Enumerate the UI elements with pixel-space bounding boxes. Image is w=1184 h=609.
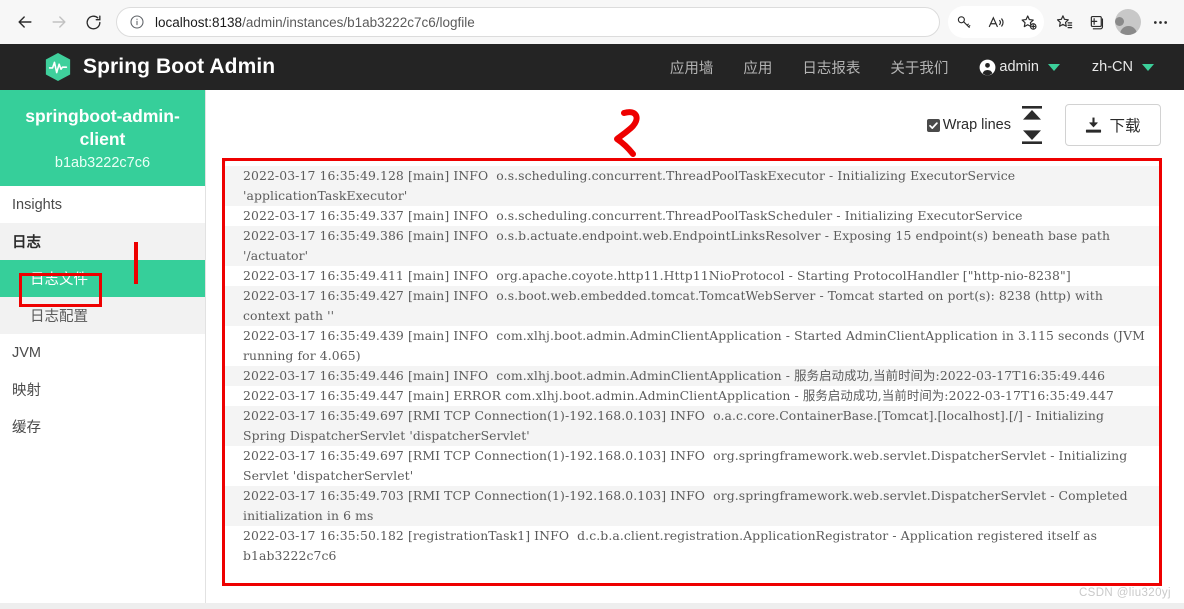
browser-toolbar: localhost:8138/admin/instances/b1ab3222c…	[0, 0, 1184, 44]
wrap-lines-label: Wrap lines	[942, 117, 1011, 133]
checkbox-checked-icon[interactable]	[926, 118, 940, 132]
sidebar-item-jvm[interactable]: JVM	[0, 334, 205, 371]
brand[interactable]: Spring Boot Admin	[0, 52, 275, 82]
log-line: 2022-03-17 16:35:49.411 [main] INFO org.…	[225, 266, 1161, 286]
app-header: Spring Boot Admin 应用墙 应用 日志报表 关于我们 admin…	[0, 44, 1184, 90]
wrap-lines-toggle[interactable]: Wrap lines	[926, 117, 1011, 133]
forward-arrow-icon	[42, 5, 76, 39]
spring-boot-admin-logo	[44, 52, 72, 82]
log-line: 2022-03-17 16:35:49.697 [RMI TCP Connect…	[225, 446, 1161, 486]
collections-icon[interactable]	[1080, 6, 1112, 38]
scroll-controls	[1021, 106, 1043, 144]
address-bar-text: localhost:8138/admin/instances/b1ab3222c…	[155, 15, 475, 30]
settings-more-icon[interactable]	[1144, 6, 1176, 38]
header-nav: 应用墙 应用 日志报表 关于我们 admin zh-CN	[640, 57, 1184, 78]
annotation-marker-2	[607, 105, 653, 157]
log-line: 2022-03-17 16:35:49.386 [main] INFO o.s.…	[225, 226, 1161, 266]
sidebar: springboot-admin-client b1ab3222c7c6 Ins…	[0, 90, 206, 609]
info-icon[interactable]	[129, 14, 145, 30]
sidebar-item-logfile[interactable]: 日志文件	[0, 260, 205, 297]
read-aloud-icon[interactable]	[980, 6, 1012, 38]
profile-avatar-icon[interactable]	[1112, 6, 1144, 38]
user-menu-label: admin	[999, 59, 1039, 75]
favorites-icon[interactable]	[1048, 6, 1080, 38]
sidebar-item-mappings[interactable]: 映射	[0, 371, 205, 408]
user-circle-icon	[978, 58, 997, 77]
sidebar-group-logs[interactable]: 日志	[0, 223, 205, 260]
log-line: 2022-03-17 16:35:49.337 [main] INFO o.s.…	[225, 206, 1161, 226]
add-favorite-icon[interactable]	[1012, 6, 1044, 38]
reload-icon[interactable]	[76, 5, 110, 39]
browser-actions	[948, 6, 1176, 38]
instance-id: b1ab3222c7c6	[54, 155, 151, 171]
url-path: /admin/instances/b1ab3222c7c6/logfile	[242, 14, 475, 30]
download-icon	[1085, 117, 1102, 134]
password-key-icon[interactable]	[948, 6, 980, 38]
chevron-down-icon	[1142, 63, 1154, 71]
browser-action-pill	[948, 6, 1044, 38]
nav-item-applications[interactable]: 应用	[743, 57, 772, 78]
log-line: 2022-03-17 16:35:49.703 [RMI TCP Connect…	[225, 486, 1161, 526]
nav-item-journal[interactable]: 日志报表	[802, 57, 860, 78]
window-bottom-strip	[0, 603, 1184, 609]
back-arrow-icon[interactable]	[8, 5, 42, 39]
log-line: 2022-03-17 16:35:50.182 [registrationTas…	[225, 526, 1161, 566]
language-menu-label: zh-CN	[1091, 59, 1133, 75]
avatar	[1115, 9, 1141, 35]
url-host: localhost:8138	[155, 14, 243, 30]
download-button-label: 下载	[1109, 118, 1141, 135]
app-title: Spring Boot Admin	[83, 55, 276, 78]
user-menu[interactable]: admin	[978, 58, 1060, 77]
log-line: 2022-03-17 16:35:49.427 [main] INFO o.s.…	[225, 286, 1161, 326]
nav-item-about[interactable]: 关于我们	[890, 57, 948, 78]
logfile-toolbar: Wrap lines 下载	[206, 90, 1184, 160]
instance-name: springboot-admin-client	[25, 106, 180, 149]
instance-card[interactable]: springboot-admin-client b1ab3222c7c6	[0, 90, 205, 186]
download-button[interactable]: 下载	[1065, 104, 1161, 146]
chevron-down-icon	[1047, 63, 1060, 71]
log-line: 2022-03-17 16:35:49.447 [main] ERROR com…	[225, 386, 1161, 406]
address-bar[interactable]: localhost:8138/admin/instances/b1ab3222c…	[116, 7, 940, 37]
scroll-to-bottom-icon[interactable]	[1021, 129, 1043, 144]
scroll-to-top-icon[interactable]	[1021, 106, 1043, 121]
language-menu[interactable]: zh-CN	[1092, 59, 1154, 75]
log-line: 2022-03-17 16:35:49.439 [main] INFO com.…	[225, 326, 1161, 366]
log-line: 2022-03-17 16:35:49.128 [main] INFO o.s.…	[225, 166, 1161, 206]
sidebar-item-cache[interactable]: 缓存	[0, 408, 205, 445]
log-line: 2022-03-17 16:35:49.697 [RMI TCP Connect…	[225, 406, 1161, 446]
watermark: CSDN @liu320yj	[1078, 587, 1171, 599]
main-content: Wrap lines 下载 2022-03-17 16:35:49.128 [m…	[206, 90, 1184, 609]
logfile-scroll-area[interactable]: 2022-03-17 16:35:49.128 [main] INFO o.s.…	[225, 161, 1161, 584]
log-line: 2022-03-17 16:35:49.446 [main] INFO com.…	[225, 366, 1161, 386]
logfile-panel[interactable]: 2022-03-17 16:35:49.128 [main] INFO o.s.…	[224, 160, 1162, 585]
sidebar-item-log-config[interactable]: 日志配置	[0, 297, 205, 334]
nav-item-wall[interactable]: 应用墙	[670, 57, 714, 78]
sidebar-item-insights[interactable]: Insights	[0, 186, 205, 223]
